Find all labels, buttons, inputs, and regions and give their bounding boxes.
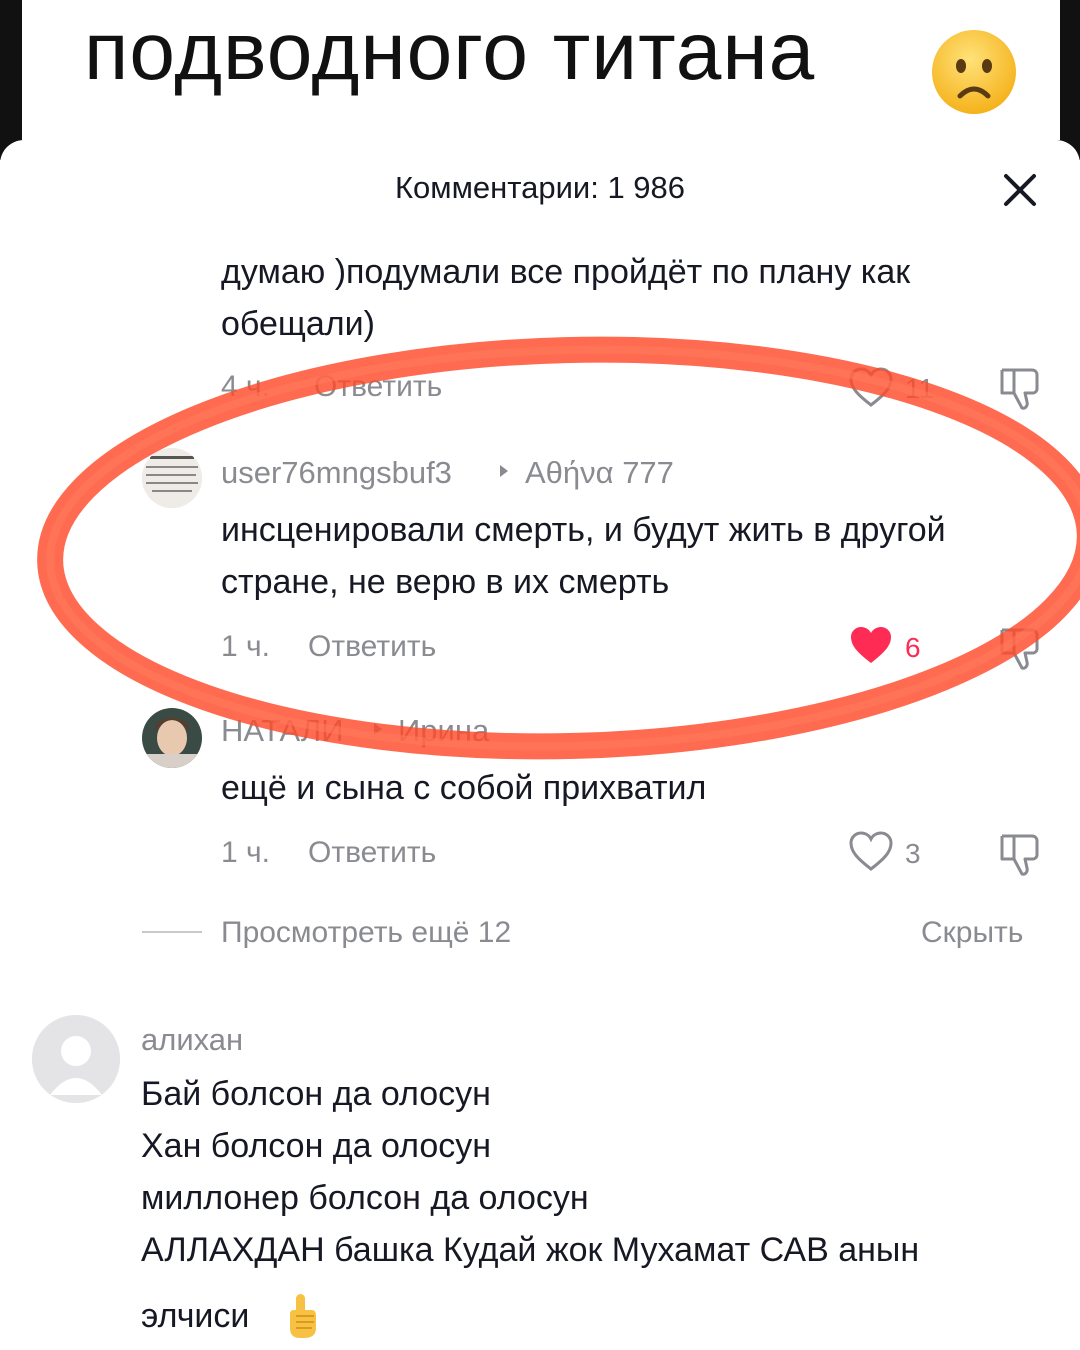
reply-arrow-icon: [374, 723, 382, 735]
dislike-icon[interactable]: [998, 364, 1042, 412]
like-count: 6: [905, 632, 921, 663]
comment-text-line: Бай болсон да олосун: [141, 1075, 491, 1113]
comment-text-line: элчиси: [141, 1297, 250, 1335]
comment-username[interactable]: user76mngsbuf3: [221, 455, 452, 491]
pointing-up-emoji: [290, 1294, 316, 1338]
comment-text-line: миллонер болсон да олосун: [141, 1179, 589, 1217]
dislike-icon[interactable]: [998, 830, 1042, 878]
comment-time: 4 ч.: [221, 370, 270, 403]
reply-button[interactable]: Ответить: [314, 370, 442, 404]
avatar[interactable]: [142, 448, 202, 508]
dislike-icon[interactable]: [998, 624, 1042, 672]
default-avatar-icon: [32, 1015, 120, 1103]
like-icon-filled[interactable]: [848, 624, 894, 666]
video-caption: подводного титана: [84, 6, 816, 97]
comment-text-line: АЛЛАХДАН башка Кудай жок Мухамат САВ аны…: [141, 1231, 920, 1269]
reply-arrow-icon: [500, 465, 508, 477]
like-count: 11: [905, 373, 935, 404]
like-icon[interactable]: [848, 366, 894, 408]
avatar-image: [142, 708, 202, 768]
like-count: 3: [905, 838, 921, 869]
comment-username[interactable]: НАТАЛИ: [221, 713, 344, 749]
comment-time: 1 ч.: [221, 836, 270, 869]
comment-text-line: ещё и сына с собой прихватил: [221, 769, 707, 807]
worried-face-emoji: [932, 30, 1016, 114]
reply-to-username[interactable]: Αθήνα 777: [525, 455, 674, 491]
like-icon[interactable]: [848, 830, 894, 872]
comment-text-line: инсценировали смерть, и будут жить в дру…: [221, 511, 946, 549]
close-icon[interactable]: [1000, 170, 1040, 210]
comment-username[interactable]: алихан: [141, 1022, 243, 1058]
comment-text-line: стране, не верю в их смерть: [221, 563, 670, 601]
comment-text-line: думаю )подумали все пройдёт по плану как: [221, 253, 911, 291]
reply-button[interactable]: Ответить: [308, 630, 436, 664]
comment-text-line: Хан болсон да олосун: [141, 1127, 492, 1165]
video-caption-box: подводного титана: [22, 0, 1060, 140]
reply-to-username[interactable]: Ирина: [398, 713, 489, 749]
comment-time: 1 ч.: [221, 630, 270, 663]
divider-line: [142, 931, 202, 933]
reply-button[interactable]: Ответить: [308, 836, 436, 870]
avatar[interactable]: [32, 1015, 120, 1103]
avatar[interactable]: [142, 708, 202, 768]
comment-text-line: обещали): [221, 305, 375, 343]
view-more-replies-button[interactable]: Просмотреть ещё 12: [221, 916, 511, 950]
avatar-image: [142, 448, 202, 508]
hide-replies-button[interactable]: Скрыть: [921, 916, 1023, 950]
video-background: подводного титана: [0, 0, 1080, 160]
comments-title: Комментарии: 1 986: [394, 170, 686, 205]
